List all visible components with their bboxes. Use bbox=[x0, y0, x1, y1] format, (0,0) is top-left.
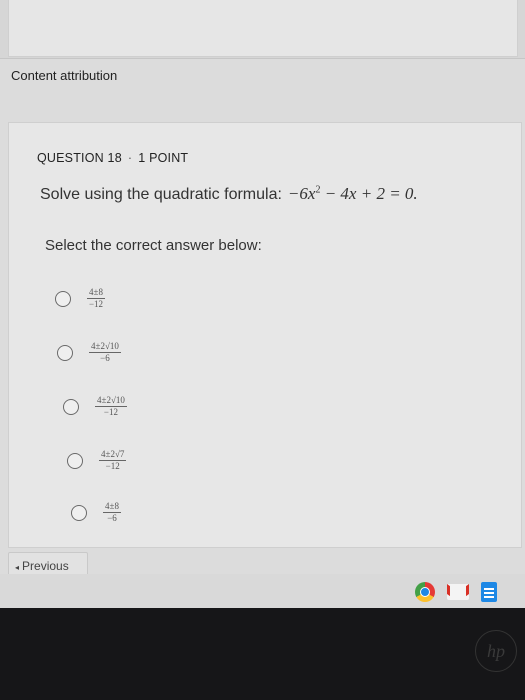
chevron-left-icon: ◂ bbox=[15, 563, 20, 572]
radio-button[interactable] bbox=[67, 453, 83, 469]
gmail-icon[interactable] bbox=[447, 584, 469, 600]
fraction-denominator: −12 bbox=[103, 407, 118, 417]
option-fraction: 4±2√10 −6 bbox=[89, 341, 121, 364]
question-points: 1 POINT bbox=[138, 151, 189, 165]
prompt-text: Solve using the quadratic formula: bbox=[40, 186, 282, 203]
content-attribution-link[interactable]: Content attribution bbox=[11, 68, 117, 83]
fraction-denominator: −6 bbox=[107, 513, 117, 523]
question-prompt: Solve using the quadratic formula: −6x2 −… bbox=[40, 184, 418, 204]
answer-instruction: Select the correct answer below: bbox=[45, 237, 262, 254]
question-header: QUESTION 18 · 1 POINT bbox=[37, 151, 188, 165]
laptop-bezel bbox=[0, 608, 525, 700]
previous-content-card bbox=[8, 0, 518, 57]
question-number: QUESTION 18 bbox=[37, 151, 122, 165]
fraction-denominator: −12 bbox=[105, 461, 120, 471]
previous-label: Previous bbox=[22, 559, 69, 573]
question-card: QUESTION 18 · 1 POINT Solve using the quad… bbox=[8, 122, 522, 548]
option-fraction: 4±8 −6 bbox=[103, 501, 121, 524]
radio-button[interactable] bbox=[63, 399, 79, 415]
fraction-numerator: 4±2√10 bbox=[95, 395, 127, 407]
top-frame bbox=[0, 0, 525, 59]
hp-logo: hp bbox=[475, 630, 517, 672]
radio-button[interactable] bbox=[57, 345, 73, 361]
radio-button[interactable] bbox=[71, 505, 87, 521]
fraction-numerator: 4±2√7 bbox=[99, 449, 127, 461]
fraction-numerator: 4±8 bbox=[103, 501, 121, 513]
fraction-numerator: 4±8 bbox=[87, 287, 105, 299]
equation-suffix: − 4x + 2 = 0. bbox=[320, 184, 418, 203]
equation-prefix: −6x bbox=[287, 184, 316, 203]
docs-icon[interactable] bbox=[481, 582, 497, 602]
header-separator: · bbox=[127, 151, 133, 165]
browser-viewport: Content attribution QUESTION 18 · 1 POINT … bbox=[0, 0, 525, 588]
fraction-denominator: −12 bbox=[88, 299, 104, 309]
option-fraction: 4±2√10 −12 bbox=[95, 395, 127, 418]
fraction-numerator: 4±2√10 bbox=[89, 341, 121, 353]
radio-button[interactable] bbox=[55, 291, 71, 307]
chrome-icon[interactable] bbox=[415, 582, 435, 602]
fraction-denominator: −6 bbox=[100, 353, 110, 363]
option-fraction: 4±2√7 −12 bbox=[99, 449, 127, 472]
equation: −6x2 − 4x + 2 = 0. bbox=[288, 184, 418, 203]
option-fraction: 4±8 −12 bbox=[87, 287, 105, 310]
